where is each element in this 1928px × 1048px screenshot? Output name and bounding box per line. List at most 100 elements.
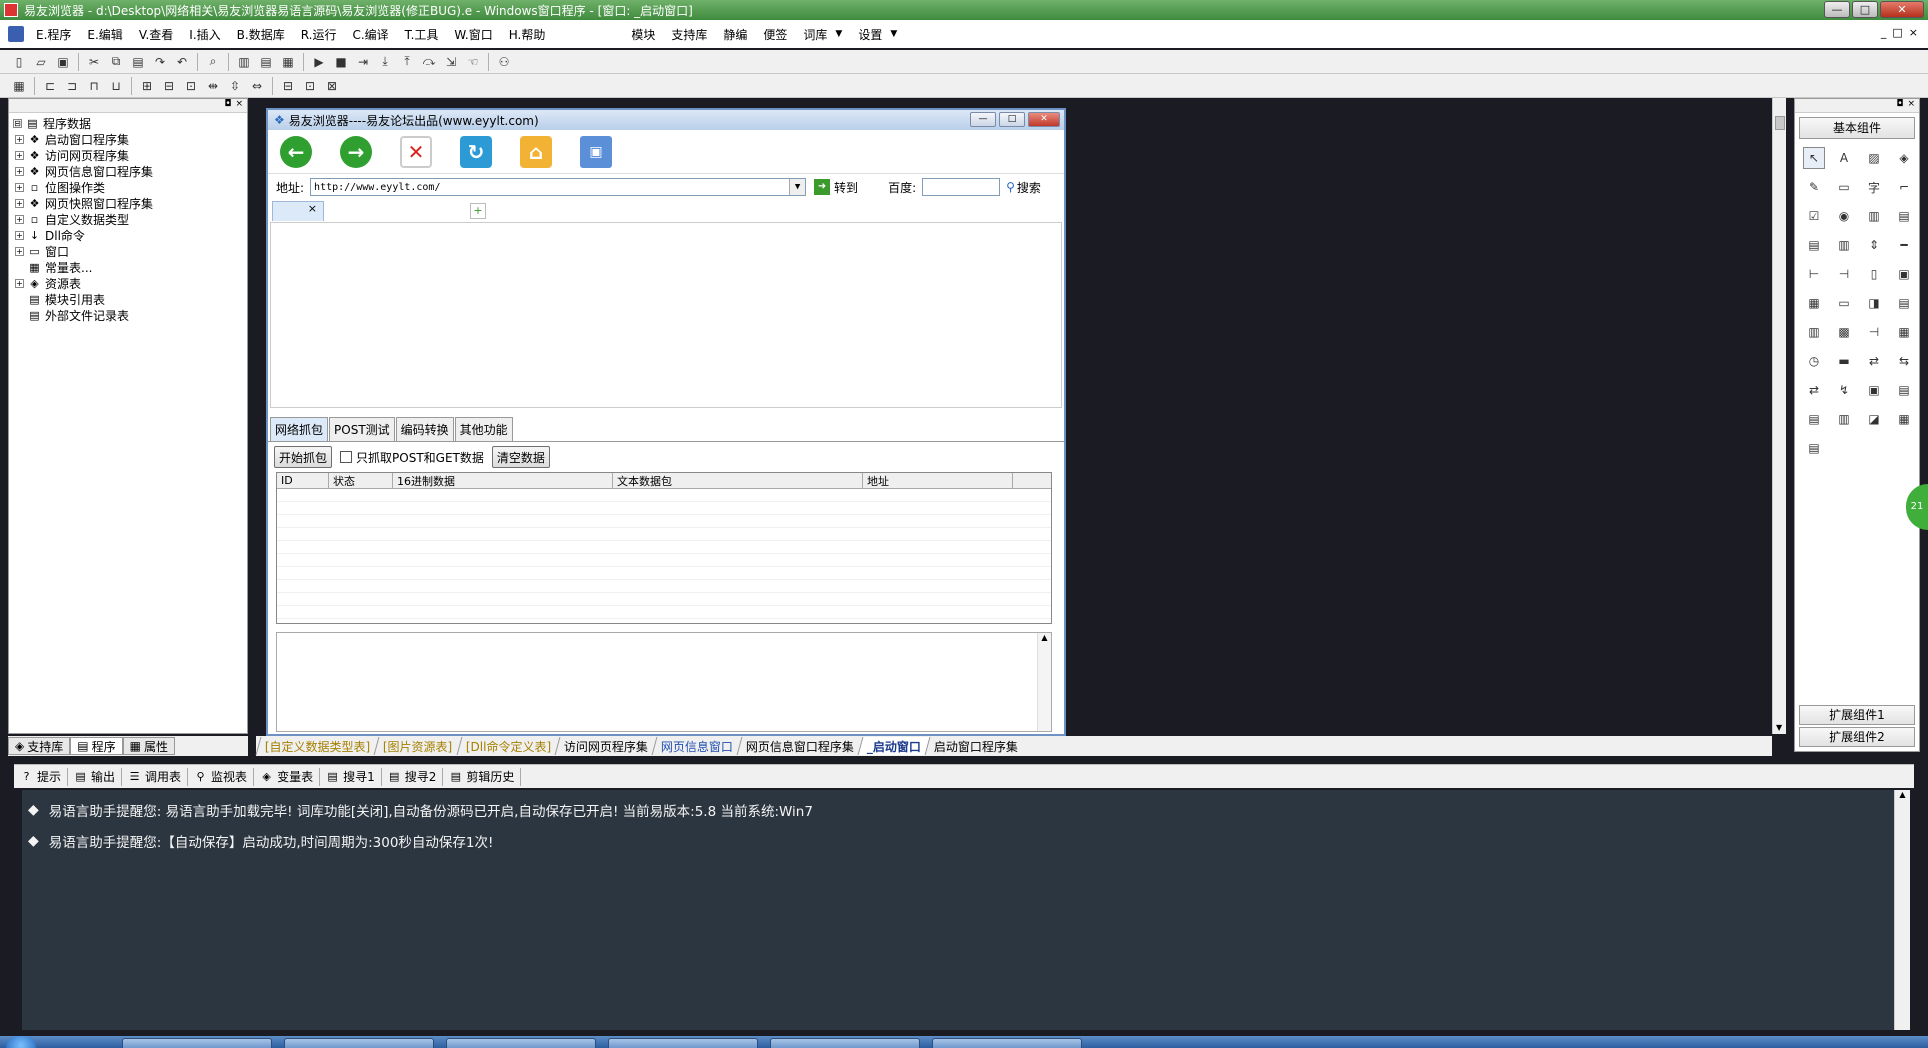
- component-icon[interactable]: ⇆: [1893, 350, 1915, 372]
- tree-item[interactable]: + ▫ 自定义数据类型: [13, 211, 247, 227]
- space-equal-icon[interactable]: ⇔: [248, 77, 266, 95]
- stop-icon[interactable]: ■: [332, 53, 350, 71]
- center-vertical-icon[interactable]: ⊡: [301, 77, 319, 95]
- tree-expander-icon[interactable]: +: [15, 214, 24, 224]
- panel-pin-button[interactable]: ◘: [1896, 99, 1903, 112]
- undo-icon[interactable]: ↶: [173, 53, 191, 71]
- component-icon[interactable]: ▥: [1833, 234, 1855, 256]
- tree-item[interactable]: ▤ 外部文件记录表: [13, 307, 247, 323]
- editor-tab[interactable]: 网页信息窗口: [651, 737, 742, 755]
- baidu-search-input[interactable]: [922, 178, 1001, 196]
- output-tab[interactable]: ? 提示: [14, 767, 69, 786]
- same-size-icon[interactable]: ⊡: [182, 77, 200, 95]
- refresh-icon[interactable]: ↻: [460, 135, 492, 168]
- component-icon[interactable]: ⌐: [1893, 176, 1915, 198]
- component-icon[interactable]: ⊣: [1863, 321, 1885, 343]
- component-icon[interactable]: ◉: [1833, 205, 1855, 227]
- tab-properties[interactable]: ▦ 属性: [122, 737, 175, 755]
- new-file-icon[interactable]: ▯: [10, 53, 28, 71]
- address-dropdown-icon[interactable]: ▼: [789, 179, 806, 195]
- menu-static-compile[interactable]: 静编: [715, 26, 755, 43]
- go-icon[interactable]: ➜: [814, 179, 831, 195]
- editor-tab[interactable]: [Dll命令定义表]: [456, 737, 560, 755]
- tree-item[interactable]: + ❖ 网页信息窗口程序集: [13, 163, 247, 179]
- copy-icon[interactable]: ⧉: [107, 53, 125, 71]
- step-over-icon[interactable]: ⤼: [420, 53, 438, 71]
- mdi-close-button[interactable]: ×: [1909, 26, 1918, 39]
- component-icon[interactable]: ▭: [1833, 176, 1855, 198]
- form-titlebar[interactable]: ❖ 易友浏览器----易友论坛出品(www.eyylt.com) — □ ✕: [268, 110, 1064, 130]
- save-icon[interactable]: ▣: [54, 53, 72, 71]
- menu-notes[interactable]: 便签: [755, 26, 795, 43]
- step-out-icon[interactable]: ⤒: [398, 53, 416, 71]
- tree-item[interactable]: + ❖ 启动窗口程序集: [13, 131, 247, 147]
- find-icon[interactable]: ⌕: [204, 53, 222, 71]
- component-icon[interactable]: ▤: [1893, 292, 1915, 314]
- menu-view[interactable]: V.查看: [131, 26, 181, 43]
- component-icon[interactable]: ▤: [1803, 437, 1825, 459]
- tree-expander-icon[interactable]: +: [15, 166, 24, 176]
- component-icon[interactable]: ▣: [1893, 263, 1915, 285]
- component-icon[interactable]: ▦: [1893, 321, 1915, 343]
- align-center-icon[interactable]: ⊐: [63, 77, 81, 95]
- address-input[interactable]: http://www.eyylt.com/ ▼: [310, 178, 807, 196]
- tab-program[interactable]: ▤ 程序: [70, 737, 123, 755]
- same-height-icon[interactable]: ⊟: [160, 77, 178, 95]
- mdi-restore-button[interactable]: □: [1892, 26, 1902, 39]
- taskbar-button[interactable]: [122, 1038, 272, 1048]
- editor-tab[interactable]: 网页信息窗口程序集: [736, 737, 863, 755]
- form-minimize-button[interactable]: —: [970, 112, 996, 127]
- open-file-icon[interactable]: ▱: [32, 53, 50, 71]
- menu-lexicon[interactable]: 词库: [795, 26, 835, 43]
- grid-icon[interactable]: ▦: [10, 77, 28, 95]
- taskbar-button[interactable]: [446, 1038, 596, 1048]
- window-settings-icon[interactable]: ▣: [580, 135, 612, 168]
- search-button[interactable]: 搜索: [1017, 179, 1041, 196]
- component-icon[interactable]: ▯: [1863, 263, 1885, 285]
- tree-item[interactable]: + ❖ 网页快照窗口程序集: [13, 195, 247, 211]
- design-scrollbar[interactable]: ▼: [1772, 98, 1786, 734]
- editor-tab[interactable]: [自定义数据类型表]: [255, 737, 379, 755]
- stop-page-icon[interactable]: ✕: [400, 135, 432, 168]
- component-icon[interactable]: ⇕: [1863, 234, 1885, 256]
- paste-icon[interactable]: ▤: [129, 53, 147, 71]
- only-post-get-checkbox[interactable]: 只抓取POST和GET数据: [340, 449, 484, 466]
- menu-database[interactable]: B.数据库: [229, 26, 293, 43]
- web-view[interactable]: [270, 222, 1062, 408]
- tab-packet-capture[interactable]: 网络抓包: [270, 417, 329, 441]
- component-icon[interactable]: ↯: [1833, 379, 1855, 401]
- editor-tab[interactable]: _启动窗口: [857, 737, 930, 755]
- step-into-icon[interactable]: ⤓: [376, 53, 394, 71]
- output-tab[interactable]: ▤ 剪辑历史: [443, 767, 522, 786]
- component-icon[interactable]: ⊣: [1833, 263, 1855, 285]
- output-tab[interactable]: ▤ 搜寻2: [382, 767, 444, 786]
- run-to-cursor-icon[interactable]: ⇲: [442, 53, 460, 71]
- menu-program[interactable]: E.程序: [28, 26, 79, 43]
- scroll-down-icon[interactable]: ▼: [1776, 723, 1782, 732]
- component-icon[interactable]: ◈: [1893, 147, 1915, 169]
- component-icon[interactable]: ▨: [1863, 147, 1885, 169]
- layout-2-icon[interactable]: ▤: [257, 53, 275, 71]
- col-id[interactable]: ID: [277, 473, 329, 488]
- tree-item[interactable]: + ↓ Dll命令: [13, 227, 247, 243]
- new-tab-icon[interactable]: +: [470, 203, 486, 219]
- component-icon[interactable]: ▥: [1803, 321, 1825, 343]
- tree-expander-icon[interactable]: +: [15, 278, 24, 288]
- col-address[interactable]: 地址: [863, 473, 1013, 488]
- menu-insert[interactable]: I.插入: [181, 26, 228, 43]
- settings-dropdown-icon[interactable]: ▼: [890, 29, 897, 39]
- component-icon[interactable]: ◪: [1863, 408, 1885, 430]
- panel-close-button[interactable]: ×: [1907, 99, 1915, 112]
- output-tab[interactable]: ◈ 变量表: [254, 767, 321, 786]
- start-button[interactable]: [6, 1036, 36, 1048]
- output-tab[interactable]: ▤ 搜寻1: [320, 767, 382, 786]
- cut-icon[interactable]: ✂: [85, 53, 103, 71]
- component-icon[interactable]: ✎: [1803, 176, 1825, 198]
- tree-item[interactable]: ⊟ ▤ 程序数据: [13, 115, 247, 131]
- tree-expander-icon[interactable]: +: [15, 182, 24, 192]
- hand-icon[interactable]: ☜: [464, 53, 482, 71]
- component-icon[interactable]: ⇄: [1803, 379, 1825, 401]
- packet-grid[interactable]: ID 状态 16进制数据 文本数据包 地址: [276, 472, 1052, 624]
- center-horizontal-icon[interactable]: ⊟: [279, 77, 297, 95]
- tab-encoding[interactable]: 编码转换: [395, 417, 454, 441]
